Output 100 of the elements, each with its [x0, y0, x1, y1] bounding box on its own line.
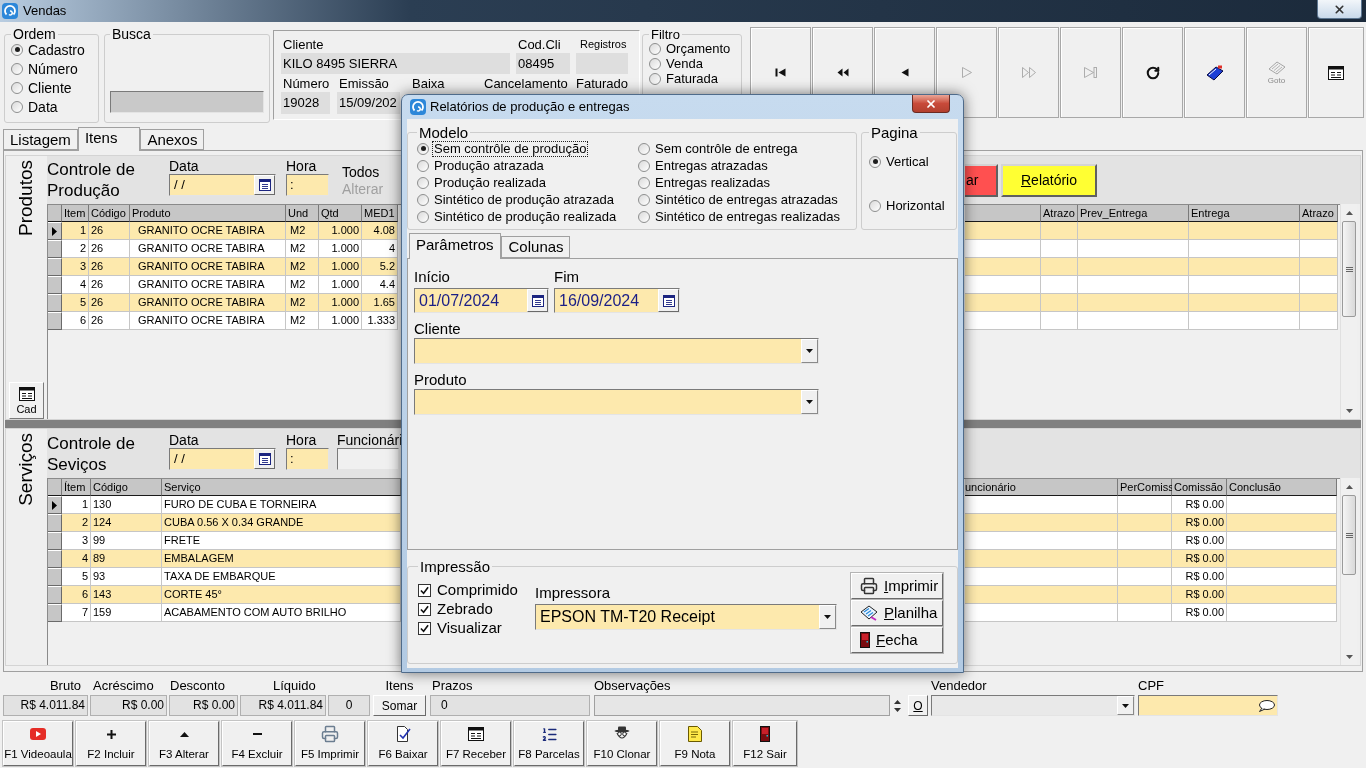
tab[interactable]: Listagem: [3, 129, 78, 150]
column-header[interactable]: Atrazo: [1041, 205, 1078, 222]
radio-option[interactable]: Cliente: [11, 78, 92, 97]
radio-option[interactable]: Sem contrôle de entrega: [638, 140, 858, 157]
radio-option[interactable]: Número: [11, 59, 92, 78]
dropdown-field[interactable]: EPSON TM-T20 Receipt: [535, 604, 837, 630]
dropdown-field[interactable]: [414, 338, 819, 364]
checkbox-option[interactable]: Visualizar: [418, 619, 535, 638]
scroll-up-icon[interactable]: [1345, 484, 1353, 489]
dropdown-field[interactable]: [931, 695, 1135, 716]
scrollbar-thumb[interactable]: [1342, 221, 1356, 317]
row-indicator[interactable]: [48, 496, 62, 514]
note-button[interactable]: F9 Nota: [660, 721, 730, 766]
column-header[interactable]: Produto: [130, 205, 286, 222]
dropdown-field[interactable]: [414, 389, 819, 415]
dropdown-button[interactable]: [819, 605, 836, 629]
radio-option[interactable]: Produção realizada: [417, 174, 638, 191]
calendar-button[interactable]: [254, 449, 275, 469]
scroll-down-icon[interactable]: [1345, 408, 1353, 413]
scroll-up-icon[interactable]: [1345, 210, 1353, 215]
add-button[interactable]: F2 Incluir: [76, 721, 146, 766]
radio-option[interactable]: Horizontal: [869, 197, 949, 214]
action-button[interactable]: Relatório: [1001, 164, 1097, 197]
scroll-down-icon[interactable]: [1345, 654, 1353, 659]
radio-option[interactable]: Entregas atrazadas: [638, 157, 858, 174]
exit-button[interactable]: F12 Sair: [733, 721, 797, 766]
tab[interactable]: Colunas: [500, 236, 570, 258]
bookmark-button[interactable]: [1184, 27, 1245, 118]
column-header[interactable]: uncionário: [965, 479, 1118, 496]
date-field[interactable]: 16/09/2024: [554, 288, 680, 313]
column-header[interactable]: Serviço: [162, 479, 401, 496]
settle-button[interactable]: F6 Baixar: [368, 721, 438, 766]
receive-button[interactable]: F7 Receber: [441, 721, 511, 766]
tab[interactable]: Parâmetros: [409, 233, 501, 259]
radio-option[interactable]: Faturada: [649, 71, 735, 86]
print-button[interactable]: Imprimir: [851, 573, 943, 599]
text-field[interactable]: [1138, 695, 1278, 716]
text-field[interactable]: [594, 695, 890, 716]
column-header[interactable]: MED1: [362, 205, 398, 222]
radio-option[interactable]: Produção atrazada: [417, 157, 638, 174]
cad-button[interactable]: Cad: [9, 382, 44, 419]
radio-option[interactable]: Venda: [649, 56, 735, 71]
vertical-scrollbar[interactable]: [1340, 478, 1357, 665]
radio-option[interactable]: Vertical: [869, 153, 949, 170]
date-field[interactable]: / /: [169, 174, 276, 196]
column-header[interactable]: Entrega: [1189, 205, 1300, 222]
edit-button[interactable]: F3 Alterar: [149, 721, 219, 766]
video-lesson-button[interactable]: F1 Videoaula: [3, 721, 73, 766]
column-header[interactable]: Atrazo: [1300, 205, 1338, 222]
radio-option[interactable]: Cadastro: [11, 40, 92, 59]
date-field[interactable]: 01/07/2024: [414, 288, 549, 313]
radio-option[interactable]: Data: [11, 97, 92, 116]
vertical-scrollbar[interactable]: [1340, 204, 1357, 419]
checkbox-option[interactable]: Zebrado: [418, 600, 535, 619]
clone-button[interactable]: F10 Clonar: [587, 721, 657, 766]
radio-option[interactable]: Orçamento: [649, 41, 735, 56]
small-button[interactable]: O: [908, 695, 928, 716]
radio-option[interactable]: Sem contrôle de produção: [417, 140, 638, 157]
scrollbar-thumb[interactable]: [1342, 495, 1356, 575]
column-header[interactable]: Prev_Entrega: [1078, 205, 1189, 222]
dropdown-button[interactable]: [801, 339, 818, 363]
column-header[interactable]: Und: [286, 205, 319, 222]
action-button[interactable]: ar: [965, 164, 998, 197]
radio-option[interactable]: Sintético de entregas atrazadas: [638, 191, 858, 208]
sum-button[interactable]: Somar: [373, 695, 426, 716]
spreadsheet-button[interactable]: Planilha: [851, 600, 943, 626]
dropdown-button[interactable]: [801, 390, 818, 414]
calendar-button[interactable]: [658, 289, 679, 312]
radio-option[interactable]: Sintético de produção realizada: [417, 208, 638, 225]
text-field[interactable]: [337, 448, 399, 470]
column-header[interactable]: Comissão: [1172, 479, 1227, 496]
installments-button[interactable]: F8 Parcelas: [514, 721, 584, 766]
calendar-button[interactable]: [527, 289, 548, 312]
radio-option[interactable]: Entregas realizadas: [638, 174, 858, 191]
calendar-button[interactable]: [254, 175, 275, 195]
close-dialog-button[interactable]: Fecha: [851, 627, 943, 653]
time-field[interactable]: :: [286, 174, 329, 196]
date-field[interactable]: / /: [169, 448, 276, 470]
column-header[interactable]: [965, 205, 1041, 222]
close-button[interactable]: [1317, 0, 1362, 19]
time-field[interactable]: :: [286, 448, 329, 470]
search-field[interactable]: [110, 91, 264, 113]
delete-button[interactable]: F4 Excluir: [222, 721, 292, 766]
close-button[interactable]: [912, 95, 950, 113]
dropdown-button[interactable]: [1117, 696, 1134, 715]
column-header[interactable]: Ítem: [62, 479, 91, 496]
print-button[interactable]: F5 Imprimir: [295, 721, 365, 766]
speech-bubble-icon[interactable]: [1258, 699, 1275, 712]
checkbox-option[interactable]: Comprimido: [418, 581, 535, 600]
column-header[interactable]: Código: [91, 479, 162, 496]
form-view-button[interactable]: [1308, 27, 1364, 118]
radio-option[interactable]: Sintético de produção atrazada: [417, 191, 638, 208]
column-header[interactable]: Qtd: [319, 205, 362, 222]
tab[interactable]: Anexos: [140, 129, 205, 150]
column-header[interactable]: Item: [62, 205, 89, 222]
column-header[interactable]: Código: [89, 205, 130, 222]
row-indicator[interactable]: [48, 222, 62, 240]
radio-option[interactable]: Sintético de entregas realizadas: [638, 208, 858, 225]
tab[interactable]: Itens: [77, 127, 141, 151]
column-header[interactable]: Conclusão: [1227, 479, 1337, 496]
